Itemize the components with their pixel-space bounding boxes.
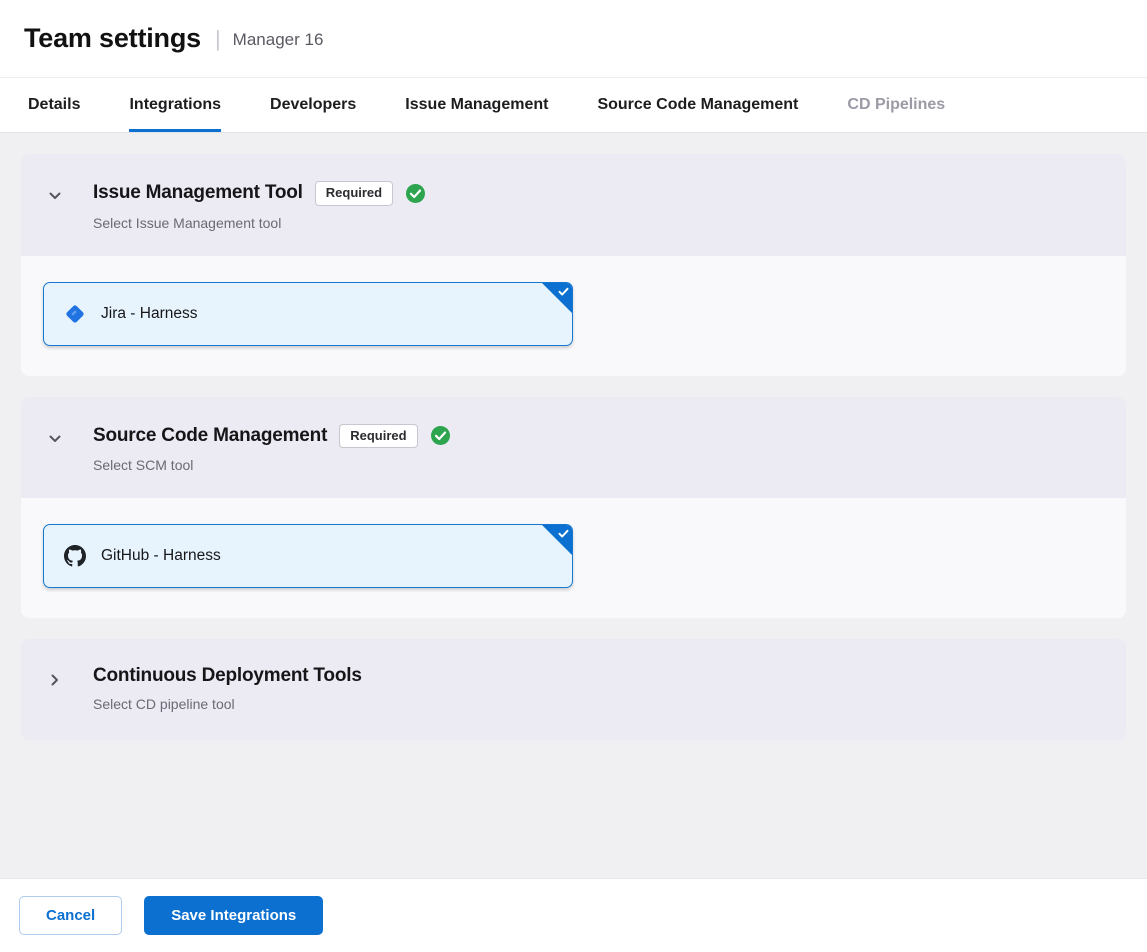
section-header: Issue Management Tool Required Select Is… [21,154,1126,256]
footer-actions: Cancel Save Integrations [0,878,1147,952]
tool-tile-label: GitHub - Harness [101,547,221,565]
cancel-button[interactable]: Cancel [19,896,122,935]
check-circle-icon [405,183,426,204]
tool-tile-github[interactable]: GitHub - Harness [43,524,573,588]
corner-check-icon [557,527,570,540]
save-integrations-button[interactable]: Save Integrations [144,896,323,935]
page: Team settings | Manager 16 Details Integ… [0,0,1147,952]
section-body: Jira - Harness [21,256,1126,376]
jira-icon [64,303,86,325]
section-issue-management-tool: Issue Management Tool Required Select Is… [21,154,1126,376]
section-header: Continuous Deployment Tools Select CD pi… [21,639,1126,740]
section-subtitle: Select CD pipeline tool [93,696,362,712]
chevron-down-icon[interactable] [47,188,63,204]
section-header-text: Issue Management Tool Required Select Is… [93,181,426,231]
section-title: Continuous Deployment Tools [93,665,362,687]
tab-bar: Details Integrations Developers Issue Ma… [0,78,1147,133]
header-subtitle: Manager 16 [233,27,324,50]
section-continuous-deployment-tools: Continuous Deployment Tools Select CD pi… [21,639,1126,740]
section-subtitle: Select SCM tool [93,457,451,473]
corner-check-icon [557,285,570,298]
tab-issue-management[interactable]: Issue Management [405,78,548,132]
tab-integrations[interactable]: Integrations [129,78,221,132]
tab-cd-pipelines[interactable]: CD Pipelines [847,78,945,132]
header-divider: | [215,26,221,52]
chevron-down-icon[interactable] [47,431,63,447]
tab-developers[interactable]: Developers [270,78,356,132]
section-header-text: Source Code Management Required Select S… [93,424,451,474]
tool-tile-jira[interactable]: Jira - Harness [43,282,573,346]
section-source-code-management: Source Code Management Required Select S… [21,397,1126,619]
chevron-right-icon[interactable] [47,672,63,688]
tool-tile-label: Jira - Harness [101,305,197,323]
content-area: Issue Management Tool Required Select Is… [0,133,1147,878]
section-header: Source Code Management Required Select S… [21,397,1126,499]
check-circle-icon [430,425,451,446]
required-badge: Required [339,424,417,449]
section-title: Source Code Management [93,425,327,447]
github-icon [64,545,86,567]
section-subtitle: Select Issue Management tool [93,215,426,231]
section-title: Issue Management Tool [93,182,303,204]
required-badge: Required [315,181,393,206]
page-title: Team settings [24,23,201,54]
tab-source-code-management[interactable]: Source Code Management [597,78,798,132]
tab-details[interactable]: Details [28,78,80,132]
page-header: Team settings | Manager 16 [0,0,1147,78]
section-header-text: Continuous Deployment Tools Select CD pi… [93,665,362,712]
section-body: GitHub - Harness [21,498,1126,618]
